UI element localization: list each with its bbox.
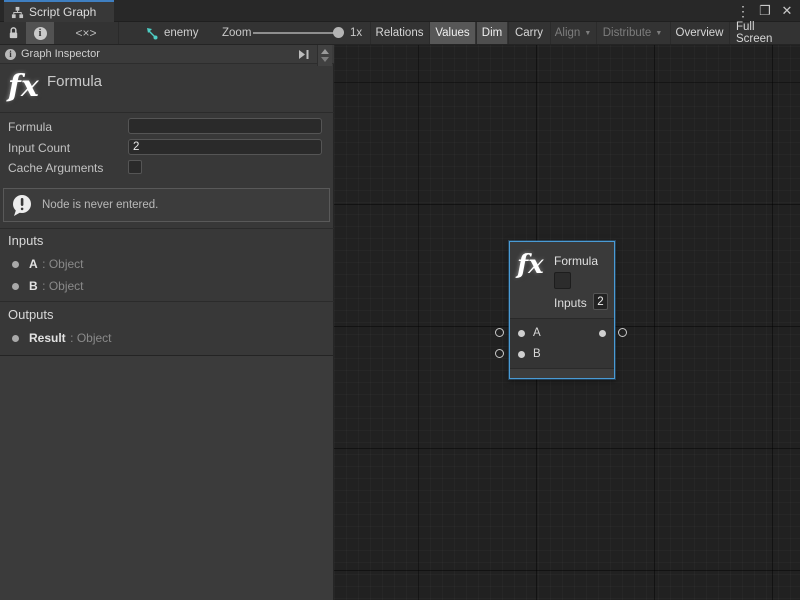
- inspect-toggle-button[interactable]: i: [26, 22, 54, 44]
- menu-icon[interactable]: ⋮: [734, 1, 752, 21]
- unit-title: Formula: [47, 73, 102, 90]
- zoom-slider-thumb[interactable]: [333, 27, 344, 38]
- relations-label: Relations: [376, 27, 424, 39]
- code-icon: <×>: [75, 26, 96, 40]
- tab-bar: Script Graph ⋮ ❐ ✕: [0, 0, 800, 22]
- fullscreen-label: Full Screen: [736, 21, 794, 45]
- distribute-label: Distribute: [603, 27, 652, 39]
- dim-label: Dim: [482, 27, 502, 39]
- node-title: Formula: [554, 254, 598, 268]
- node-input-count[interactable]: 2: [593, 293, 608, 310]
- formula-node-ports: A B: [510, 318, 614, 368]
- close-icon[interactable]: ✕: [778, 1, 796, 21]
- output-port-result-icon[interactable]: [599, 330, 606, 337]
- external-port-b-icon[interactable]: [495, 349, 504, 358]
- cache-arguments-checkbox[interactable]: [128, 160, 142, 174]
- inspector-empty-area: [0, 355, 333, 600]
- values-button[interactable]: Values: [429, 22, 475, 44]
- inspector-header: i Graph Inspector: [0, 45, 334, 64]
- input-port-item: A : Object: [12, 255, 84, 273]
- zoom-slider-track[interactable]: [253, 32, 337, 34]
- outputs-section-title: Outputs: [8, 307, 54, 322]
- maximize-icon[interactable]: ❐: [756, 1, 774, 21]
- inspector-title: Graph Inspector: [21, 48, 100, 60]
- formula-node-header: fx Formula Inputs 2: [510, 242, 614, 318]
- port-b-label: B: [533, 348, 541, 360]
- formula-node-footer: [510, 368, 614, 378]
- script-graph-icon: [11, 6, 24, 19]
- output-port-item: Result : Object: [12, 329, 112, 347]
- port-name: A: [29, 257, 38, 271]
- window-controls: ⋮ ❐ ✕: [734, 0, 796, 22]
- info-icon: i: [34, 27, 47, 40]
- input-port-item: B : Object: [12, 277, 84, 295]
- input-count-field-row: Input Count: [0, 138, 334, 158]
- port-name: Result: [29, 331, 66, 345]
- align-dropdown[interactable]: Align ▼: [550, 22, 595, 44]
- dock-icon[interactable]: [296, 47, 312, 61]
- input-port-b-icon[interactable]: [518, 351, 525, 358]
- formula-node[interactable]: fx Formula Inputs 2 A B: [509, 241, 615, 379]
- chevron-down-icon: ▼: [655, 30, 662, 37]
- dim-button[interactable]: Dim: [476, 22, 507, 44]
- lock-icon: [7, 26, 20, 40]
- inputs-section-title: Inputs: [8, 233, 43, 248]
- port-type: : Object: [42, 257, 83, 271]
- code-view-button[interactable]: <×>: [56, 22, 116, 44]
- port-name: B: [29, 279, 38, 293]
- formula-field-label: Formula: [8, 120, 52, 134]
- graph-inspector-panel: i Graph Inspector fx Formula Formula Inp…: [0, 45, 334, 600]
- node-port-row-b: B: [518, 344, 541, 364]
- zoom-label: Zoom: [222, 27, 251, 39]
- port-type: : Object: [70, 331, 111, 345]
- fx-icon: fx: [517, 250, 544, 280]
- warning-message: Node is never entered.: [42, 199, 158, 211]
- scroll-spinner[interactable]: [317, 45, 332, 66]
- warning-box: Node is never entered.: [3, 188, 330, 222]
- formula-field-row: Formula: [0, 117, 334, 137]
- cache-arguments-label: Cache Arguments: [8, 161, 103, 175]
- unit-title-block: fx Formula: [0, 65, 334, 113]
- overview-button[interactable]: Overview: [670, 22, 728, 44]
- node-inputs-label: Inputs: [554, 296, 587, 310]
- values-label: Values: [435, 27, 469, 39]
- chevron-down-icon: ▼: [584, 30, 591, 37]
- align-label: Align: [555, 27, 581, 39]
- cache-arguments-row: Cache Arguments: [0, 158, 334, 178]
- overview-label: Overview: [676, 27, 724, 39]
- port-bullet-icon: [12, 335, 19, 342]
- external-port-result-icon[interactable]: [618, 328, 627, 337]
- input-port-a-icon[interactable]: [518, 330, 525, 337]
- distribute-dropdown[interactable]: Distribute ▼: [596, 22, 668, 44]
- carry-button[interactable]: Carry: [508, 22, 549, 44]
- fx-icon: fx: [8, 69, 39, 104]
- graph-name: enemy: [164, 27, 199, 39]
- tab-script-graph[interactable]: Script Graph: [4, 0, 114, 22]
- input-count-label: Input Count: [8, 141, 70, 155]
- scroll-up-icon[interactable]: [321, 49, 329, 54]
- warning-icon: [10, 193, 34, 217]
- graph-breadcrumb[interactable]: enemy: [138, 22, 205, 44]
- node-port-row-a: A: [518, 323, 541, 343]
- tab-label: Script Graph: [29, 5, 96, 19]
- graph-icon: [144, 27, 158, 40]
- formula-input[interactable]: [128, 118, 322, 134]
- port-bullet-icon: [12, 283, 19, 290]
- input-count-input[interactable]: [128, 139, 322, 155]
- port-type: : Object: [42, 279, 83, 293]
- port-bullet-icon: [12, 261, 19, 268]
- toolbar: i <×> enemy Zoom 1x Relations Values Dim…: [0, 22, 800, 45]
- zoom-value: 1x: [350, 27, 362, 39]
- graph-canvas[interactable]: fx Formula Inputs 2 A B: [334, 45, 800, 600]
- node-formula-input[interactable]: [554, 272, 571, 289]
- info-icon: i: [5, 49, 16, 60]
- fullscreen-button[interactable]: Full Screen: [729, 22, 800, 44]
- external-port-a-icon[interactable]: [495, 328, 504, 337]
- carry-label: Carry: [515, 27, 543, 39]
- scroll-down-icon[interactable]: [321, 57, 329, 62]
- port-a-label: A: [533, 327, 541, 339]
- relations-button[interactable]: Relations: [370, 22, 428, 44]
- lock-button[interactable]: [2, 22, 24, 44]
